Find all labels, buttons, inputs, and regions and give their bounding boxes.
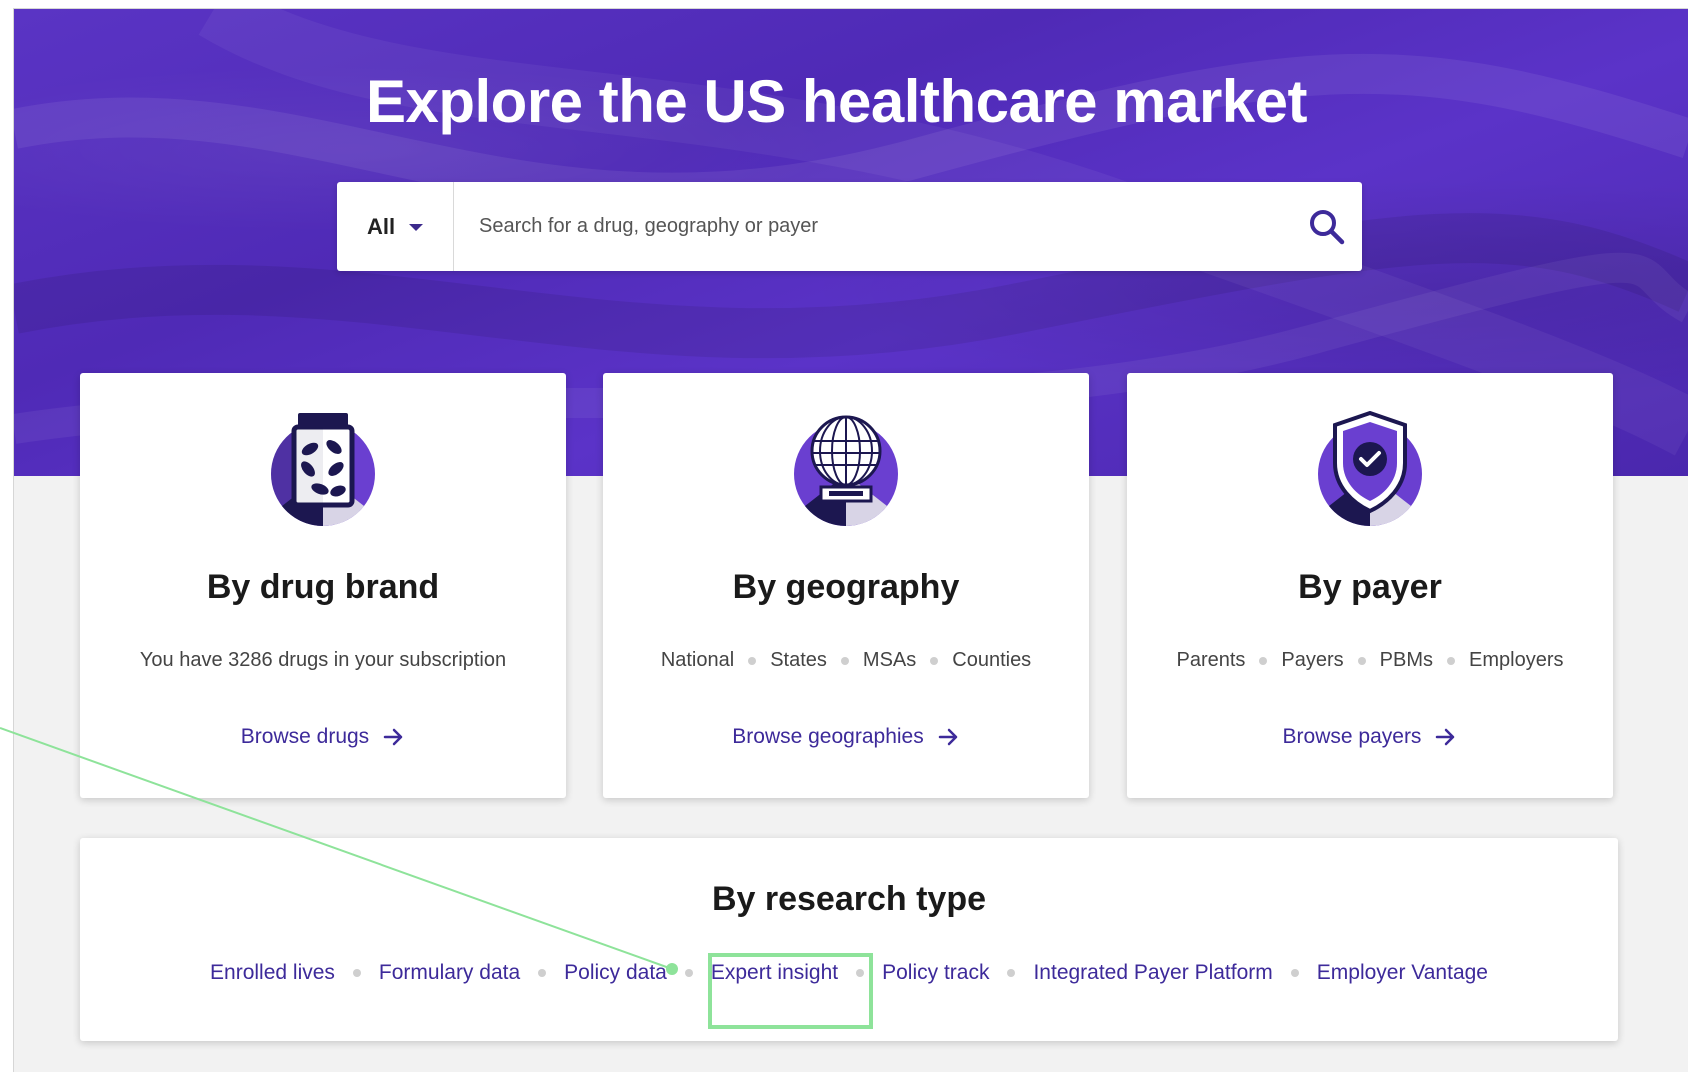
separator-dot [1357,656,1366,665]
shield-check-icon [1318,411,1422,526]
page-title: Explore the US healthcare market [365,68,1308,135]
card-drug-brand: By drug brand You have 3286 drugs in you… [80,373,566,798]
globe-icon [794,415,898,526]
link-integrated-payer-platform[interactable]: Integrated Payer Platform [1033,961,1272,985]
separator-dot [352,969,361,977]
search-bar: All [337,181,1362,272]
browse-geographies-label: Browse geographies [732,725,924,748]
card-title: By drug brand [206,568,440,606]
link-employer-vantage[interactable]: Employer Vantage [1317,961,1488,985]
card-title: By payer [1298,568,1442,606]
card-subtitle: You have 3286 drugs in your subscription [80,649,566,672]
separator-dot [1447,656,1456,665]
tag-employers: Employers [1469,649,1564,671]
separator-dot [856,969,865,977]
card-geography: By geography National States MSAs Counti… [603,373,1089,798]
link-policy-data[interactable]: Policy data [564,961,667,985]
tag-states: States [770,649,827,671]
separator-dot [684,969,693,977]
research-links: Enrolled lives Formulary data Policy dat… [80,961,1618,985]
browse-drugs-label: Browse drugs [240,725,370,748]
tag-msas: MSAs [862,649,917,671]
link-formulary-data[interactable]: Formulary data [379,961,520,985]
browse-drugs-link[interactable]: Browse drugs [80,725,566,749]
research-type-panel: By research type Enrolled lives Formular… [80,838,1618,1041]
card-payer: By payer Parents Payers PBMs Employers B… [1127,373,1613,798]
tag-payers: Payers [1281,649,1344,671]
page-frame: Explore the US healthcare market All Sea… [13,8,1688,1072]
search-scope-dropdown[interactable]: All [337,182,454,271]
separator-dot [538,969,547,977]
search-input[interactable] [454,181,1292,272]
arrow-right-icon [938,728,957,746]
card-title: By geography [732,568,960,606]
separator-dot [840,656,849,665]
tag-parents: Parents [1176,649,1246,671]
arrow-right-icon [383,728,403,746]
pill-bottle-icon [271,413,375,526]
search-icon [1310,209,1345,244]
separator-dot [748,656,757,665]
tag-counties: Counties [952,649,1032,671]
browse-payers-link[interactable]: Browse payers [1127,725,1613,749]
separator-dot [1007,969,1016,977]
browse-payers-label: Browse payers [1282,725,1422,748]
payer-tags: Parents Payers PBMs Employers [1127,649,1613,672]
link-policy-track[interactable]: Policy track [882,961,989,985]
research-title: By research type [711,880,987,918]
browse-geographies-link[interactable]: Browse geographies [603,725,1089,749]
separator-dot [930,656,939,665]
link-enrolled-lives[interactable]: Enrolled lives [210,961,335,985]
search-scope-label: All [366,213,396,239]
arrow-right-icon [1436,728,1455,746]
geography-tags: National States MSAs Counties [603,649,1089,672]
separator-dot [1290,969,1299,977]
tag-pbms: PBMs [1379,649,1434,671]
tag-national: National [660,649,735,671]
caret-down-icon [409,224,424,231]
separator-dot [1259,656,1268,665]
link-expert-insight[interactable]: Expert insight [711,961,838,985]
search-button[interactable] [1292,182,1362,271]
drug-count-text: You have 3286 drugs in your subscription [139,649,507,671]
